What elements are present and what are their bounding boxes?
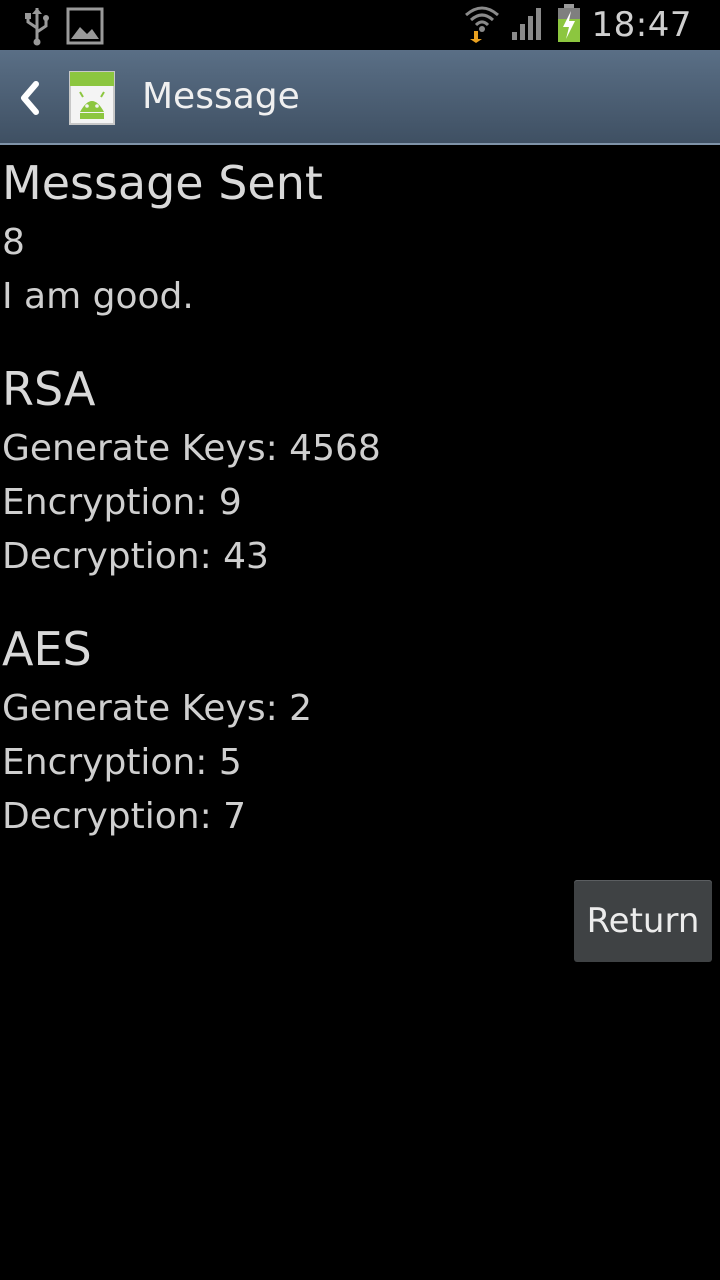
message-sent-heading: Message Sent [2, 156, 323, 210]
aes-generate-keys: Generate Keys: 2 [2, 688, 313, 729]
action-bar: Message [0, 50, 720, 145]
status-bar-right: 18:47 [464, 0, 692, 50]
back-button[interactable] [10, 72, 50, 124]
status-bar-left [22, 6, 104, 50]
signal-icon [510, 6, 546, 44]
rsa-heading: RSA [2, 362, 96, 416]
battery-charging-icon [556, 3, 582, 47]
rsa-encryption: Encryption: 9 [2, 482, 242, 523]
page-title: Message [142, 76, 300, 117]
android-app-icon [68, 70, 116, 126]
message-text: I am good. [2, 276, 194, 317]
image-icon [66, 7, 104, 49]
rsa-decryption: Decryption: 43 [2, 536, 269, 577]
aes-encryption: Encryption: 5 [2, 742, 242, 783]
usb-icon [22, 6, 52, 50]
wifi-icon [464, 3, 500, 47]
message-number: 8 [2, 222, 25, 263]
status-bar: 18:47 [0, 0, 720, 50]
status-time: 18:47 [591, 5, 692, 45]
rsa-generate-keys: Generate Keys: 4568 [2, 428, 381, 469]
aes-heading: AES [2, 622, 92, 676]
chevron-left-icon [10, 81, 50, 128]
return-button[interactable]: Return [574, 880, 712, 962]
aes-decryption: Decryption: 7 [2, 796, 247, 837]
